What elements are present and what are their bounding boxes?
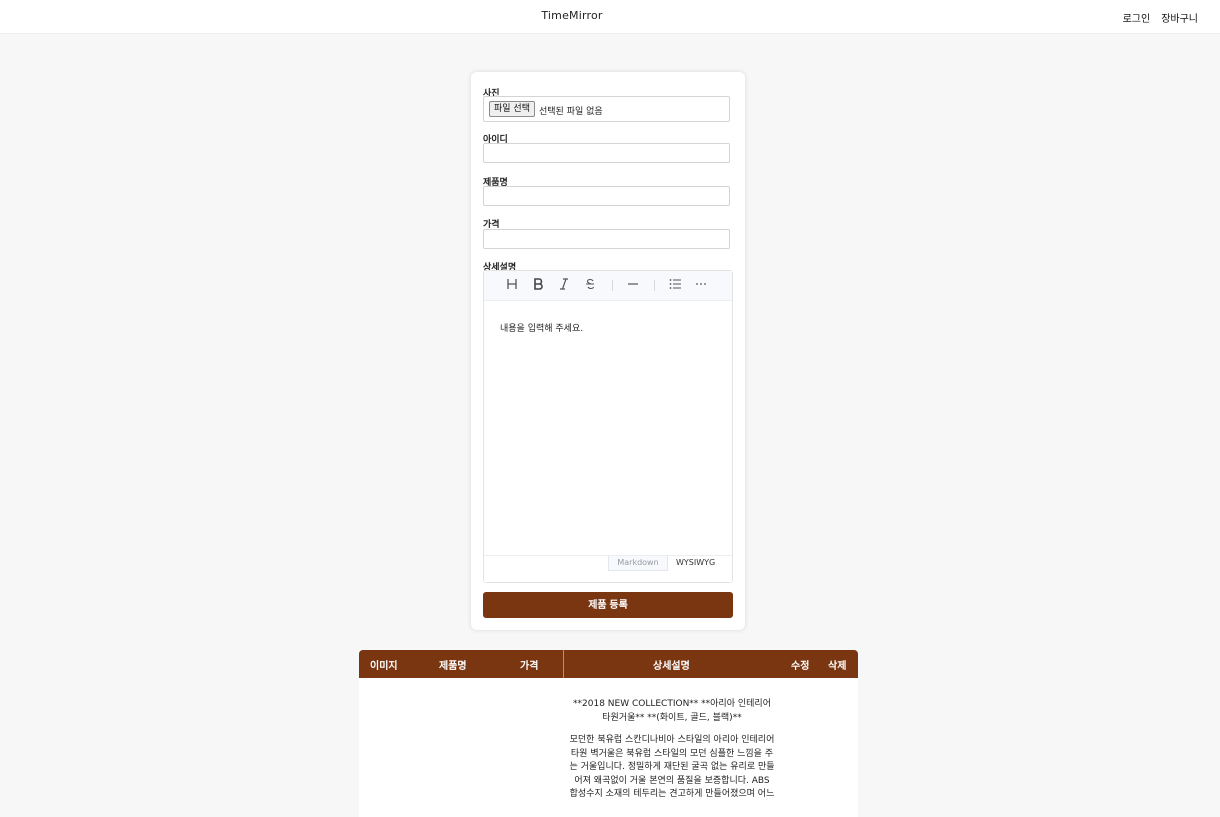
top-navbar: TimeMirror 로그인 장바구니	[0, 0, 1220, 34]
product-name-input[interactable]	[483, 186, 730, 206]
bold-icon[interactable]	[529, 277, 547, 295]
col-price: 가격	[520, 661, 539, 672]
choose-file-button[interactable]: 파일 선택	[489, 101, 535, 117]
table-header: 이미지 제품명 가격 상세설명 수정 삭제	[359, 650, 858, 678]
file-status-text: 선택된 파일 없음	[539, 107, 603, 117]
product-form-card: 사진 파일 선택 선택된 파일 없음 아이디 제품명 가격 상세설명 내용을 입…	[471, 72, 745, 630]
markdown-tab[interactable]: Markdown	[608, 556, 668, 571]
editor-placeholder: 내용을 입력해 주세요.	[500, 324, 584, 334]
more-icon[interactable]	[692, 277, 710, 295]
brand-logo[interactable]: TimeMirror	[0, 9, 1144, 22]
bullet-list-icon[interactable]	[666, 277, 684, 295]
col-product-name: 제품명	[439, 661, 467, 672]
heading-icon[interactable]	[503, 277, 521, 295]
italic-icon[interactable]	[555, 277, 573, 295]
header-divider	[563, 650, 564, 678]
top-nav-links: 로그인 장바구니	[1123, 10, 1198, 25]
col-edit: 수정	[791, 661, 810, 672]
horizontal-rule-icon[interactable]	[624, 277, 642, 295]
description-heading: **2018 NEW COLLECTION** **아리아 인테리어 타원거울*…	[573, 699, 771, 723]
table-row-description: **2018 NEW COLLECTION** **아리아 인테리어 타원거울*…	[569, 698, 775, 811]
description-body: 모던한 북유럽 스칸디나비아 스타일의 아리아 인테리어 타원 벽거울은 북유럽…	[569, 735, 775, 799]
login-link[interactable]: 로그인	[1123, 10, 1151, 25]
col-image: 이미지	[370, 661, 398, 672]
product-table: 이미지 제품명 가격 상세설명 수정 삭제 **2018 NEW COLLECT…	[359, 650, 858, 817]
editor-mode-switch: Markdown WYSIWYG	[484, 555, 732, 582]
photo-file-input[interactable]: 파일 선택 선택된 파일 없음	[483, 96, 730, 122]
price-input[interactable]	[483, 229, 730, 249]
register-product-button[interactable]: 제품 등록	[483, 592, 733, 618]
toolbar-divider	[654, 280, 655, 291]
toolbar-divider	[612, 280, 613, 291]
col-description: 상세설명	[653, 661, 690, 672]
editor-toolbar	[484, 271, 732, 301]
cart-link[interactable]: 장바구니	[1161, 10, 1198, 25]
strike-icon[interactable]	[581, 277, 599, 295]
markdown-editor[interactable]: 내용을 입력해 주세요. Markdown WYSIWYG	[483, 270, 733, 583]
col-delete: 삭제	[828, 661, 847, 672]
id-input[interactable]	[483, 143, 730, 163]
wysiwyg-tab[interactable]: WYSIWYG	[676, 558, 715, 567]
